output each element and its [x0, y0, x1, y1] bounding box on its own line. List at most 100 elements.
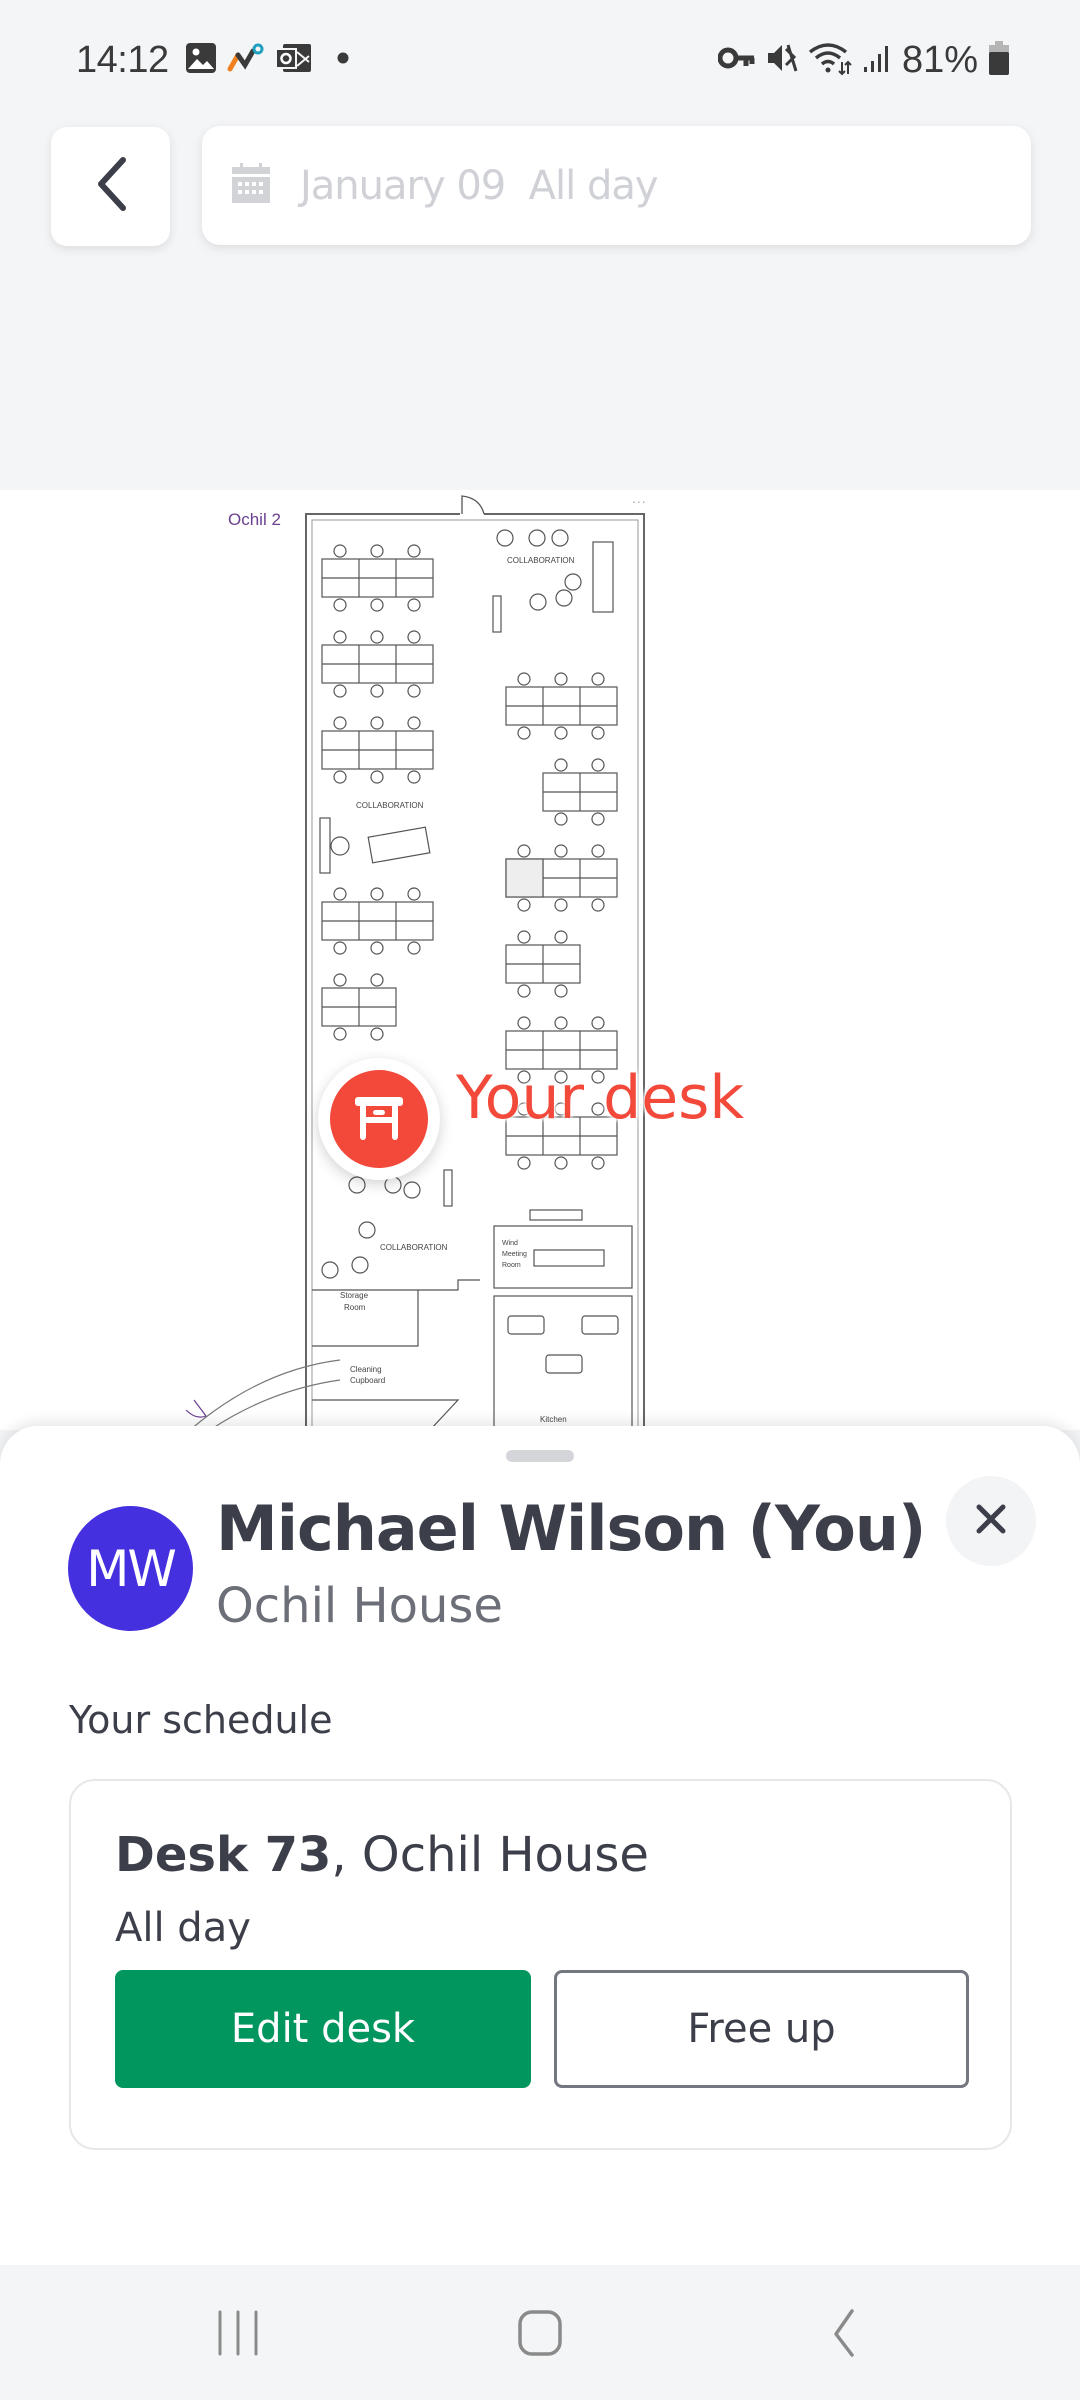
floor-plan-map[interactable]: COLLABORATION COLLABORATION COLLABORATION W…	[0, 490, 1080, 1430]
sheet-drag-handle[interactable]	[506, 1450, 574, 1462]
meeting-table	[533, 1249, 605, 1267]
close-button[interactable]	[946, 1476, 1036, 1566]
chair	[517, 930, 531, 944]
chair	[591, 1156, 605, 1170]
chair	[407, 770, 421, 784]
close-icon	[974, 1502, 1008, 1541]
avatar: MW	[68, 1506, 193, 1631]
storage-room-walls	[312, 1279, 480, 1430]
user-name: Michael Wilson (You)	[216, 1492, 926, 1565]
status-bar: 14:12 81%	[0, 0, 1080, 120]
booking-title: Desk 73, Ochil House	[115, 1827, 649, 1883]
booking-building: Ochil House	[361, 1827, 649, 1883]
room-label-meeting-room-3: Room	[502, 1262, 521, 1269]
room-label-storage-2: Room	[344, 1303, 366, 1312]
your-desk-label: Your desk	[456, 1063, 745, 1133]
home-icon	[517, 2309, 563, 2362]
lounge-chair	[528, 529, 546, 547]
room-label-collab-bottom: COLLABORATION	[380, 1243, 448, 1252]
system-back-button[interactable]	[798, 2305, 888, 2365]
wifi-icon	[808, 40, 852, 81]
chair	[517, 844, 531, 858]
chair	[333, 684, 347, 698]
chair	[407, 544, 421, 558]
chair	[517, 672, 531, 686]
schedule-heading: Your schedule	[69, 1698, 333, 1742]
chair	[370, 770, 384, 784]
chair	[407, 887, 421, 901]
mute-icon	[766, 41, 798, 80]
status-right: 81%	[717, 38, 1010, 82]
chair	[370, 684, 384, 698]
chair	[591, 758, 605, 772]
your-desk-pin[interactable]	[318, 1058, 440, 1180]
battery-percent: 81%	[901, 38, 978, 81]
bench	[319, 817, 331, 874]
chair	[333, 887, 347, 901]
gallery-icon	[185, 42, 217, 79]
edit-desk-button[interactable]: Edit desk	[115, 1970, 531, 2088]
room-label-cleaning-2: Cupboard	[350, 1376, 385, 1385]
room-label-meeting-room-2: Meeting	[502, 1251, 527, 1258]
home-button[interactable]	[495, 2305, 585, 2365]
kitchen-counter	[507, 1315, 545, 1335]
chair	[554, 672, 568, 686]
chair	[370, 941, 384, 955]
chair	[370, 973, 384, 987]
floor-plan-drawing: COLLABORATION COLLABORATION COLLABORATION W…	[185, 495, 645, 1430]
chair	[333, 598, 347, 612]
free-up-button[interactable]: Free up	[554, 1970, 969, 2088]
date-text: January 09 All day	[300, 162, 659, 209]
cabinet	[529, 1209, 583, 1221]
chair	[554, 812, 568, 826]
back-button[interactable]	[51, 127, 170, 246]
chair	[407, 941, 421, 955]
lounge-chair	[351, 1256, 369, 1274]
table	[330, 836, 350, 856]
vpn-key-icon	[717, 44, 756, 77]
chair	[333, 630, 347, 644]
chevron-left-icon	[91, 154, 131, 219]
chair	[407, 716, 421, 730]
chair	[554, 984, 568, 998]
battery-icon	[988, 40, 1010, 80]
system-nav-bar	[0, 2265, 1080, 2400]
chair	[591, 844, 605, 858]
occupied-desk	[505, 858, 544, 898]
room-label-cleaning-1: Cleaning	[350, 1365, 382, 1374]
kitchen-counter	[581, 1315, 619, 1335]
kitchen-counter	[545, 1354, 583, 1374]
chair	[554, 1156, 568, 1170]
chair	[370, 630, 384, 644]
user-location: Ochil House	[216, 1578, 503, 1634]
lounge-chair	[564, 573, 582, 591]
curved-stair-wall	[189, 1359, 341, 1430]
chair	[591, 726, 605, 740]
recents-button[interactable]	[193, 2305, 283, 2365]
room-label-collab-top: COLLABORATION	[507, 556, 575, 565]
bar-counter	[592, 541, 614, 613]
entrance-marker	[185, 1399, 207, 1418]
chair	[407, 630, 421, 644]
date-selector[interactable]: January 09 All day	[202, 126, 1031, 245]
desk-details-sheet: MW Michael Wilson (You) Ochil House Your…	[0, 1426, 1080, 2266]
lounge-chair	[358, 1221, 376, 1239]
chair	[591, 1016, 605, 1030]
chair	[370, 887, 384, 901]
more-icon[interactable]: ...	[632, 490, 647, 506]
status-time: 14:12	[76, 38, 169, 81]
lounge-chair	[321, 1261, 339, 1279]
chair	[554, 898, 568, 912]
chair	[370, 598, 384, 612]
chair	[370, 544, 384, 558]
dot-icon	[337, 51, 349, 69]
chair	[333, 544, 347, 558]
room-label-meeting-room-1: Wind	[502, 1240, 518, 1247]
chair	[591, 898, 605, 912]
chair	[591, 672, 605, 686]
room-label-collab-mid: COLLABORATION	[356, 801, 424, 810]
chair	[333, 716, 347, 730]
chair	[517, 1016, 531, 1030]
chair	[554, 844, 568, 858]
meeting-table	[367, 826, 431, 864]
